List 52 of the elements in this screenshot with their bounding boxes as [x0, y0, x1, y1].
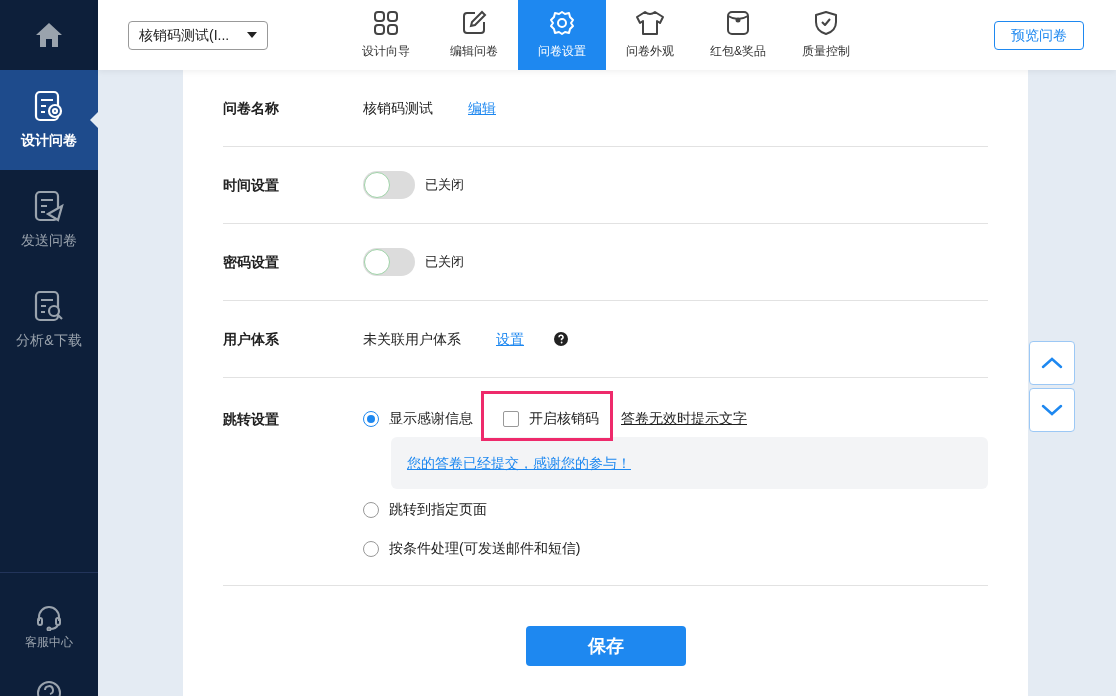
- nav-tab[interactable]: 质量控制: [782, 0, 870, 70]
- headset-icon: [36, 605, 62, 631]
- checkbox[interactable]: [503, 410, 519, 427]
- setting-label: 跳转设置: [223, 410, 280, 429]
- preview-button[interactable]: 预览问卷: [994, 20, 1084, 50]
- survey-dropdown[interactable]: 核销码测试(I...: [128, 20, 268, 50]
- edit-icon: [461, 10, 487, 36]
- help-icon[interactable]: [554, 332, 568, 346]
- nav-tab[interactable]: 红包&奖品: [694, 0, 782, 70]
- link[interactable]: 您的答卷已经提交，感谢您的参与！: [407, 452, 631, 474]
- radio-label: 显示感谢信息: [389, 409, 473, 428]
- scroll-up-button[interactable]: [1029, 341, 1075, 385]
- sidebar-item[interactable]: 发送问卷: [0, 170, 98, 270]
- document-send-icon: [34, 189, 64, 222]
- toggle-status: 已关闭: [425, 253, 464, 272]
- home-icon: [34, 21, 64, 49]
- caret-icon: [247, 32, 257, 38]
- setting-label: 时间设置: [223, 175, 280, 195]
- sidebar-item[interactable]: 客服中心: [0, 573, 98, 680]
- nav-tab[interactable]: 问卷外观: [606, 0, 694, 70]
- grid-icon: [373, 10, 399, 36]
- scroll-down-button[interactable]: [1029, 388, 1075, 432]
- help-icon: [36, 680, 62, 696]
- settings-icon: [549, 10, 575, 36]
- nav-tab[interactable]: 编辑问卷: [430, 0, 518, 70]
- sidebar-item[interactable]: 设计问卷: [0, 70, 98, 170]
- radio-label: 跳转到指定页面: [389, 500, 487, 519]
- document-gear-icon: [34, 89, 64, 122]
- setting-value: 核销码测试: [363, 98, 433, 118]
- shirt-icon: [635, 10, 665, 36]
- toggle-switch[interactable]: [363, 171, 415, 199]
- document-search-icon: [34, 289, 64, 322]
- toggle-switch[interactable]: [363, 248, 415, 276]
- radio-label: 按条件处理(可发送邮件和短信): [389, 539, 581, 558]
- setting-value: 未关联用户体系: [363, 329, 461, 349]
- setting-label: 问卷名称: [223, 98, 280, 118]
- sidebar-item[interactable]: 分析&下载: [0, 270, 98, 370]
- link[interactable]: 答卷无效时提示文字: [621, 408, 747, 429]
- setting-label: 密码设置: [223, 252, 280, 272]
- save-button[interactable]: 保存: [525, 626, 686, 666]
- nav-tab[interactable]: 设计向导: [342, 0, 430, 70]
- chevron-up-icon: [1041, 357, 1063, 369]
- shield-icon: [814, 10, 838, 36]
- checkbox-label: 开启核销码: [529, 409, 599, 428]
- link[interactable]: 设置: [496, 328, 524, 350]
- setting-label: 用户体系: [223, 329, 280, 349]
- pouch-icon: [726, 10, 750, 36]
- nav-tab[interactable]: 问卷设置: [518, 0, 606, 70]
- toggle-status: 已关闭: [425, 176, 464, 195]
- link[interactable]: 编辑: [468, 97, 496, 119]
- selection-pointer: [90, 112, 98, 128]
- chevron-down-icon: [1041, 404, 1063, 416]
